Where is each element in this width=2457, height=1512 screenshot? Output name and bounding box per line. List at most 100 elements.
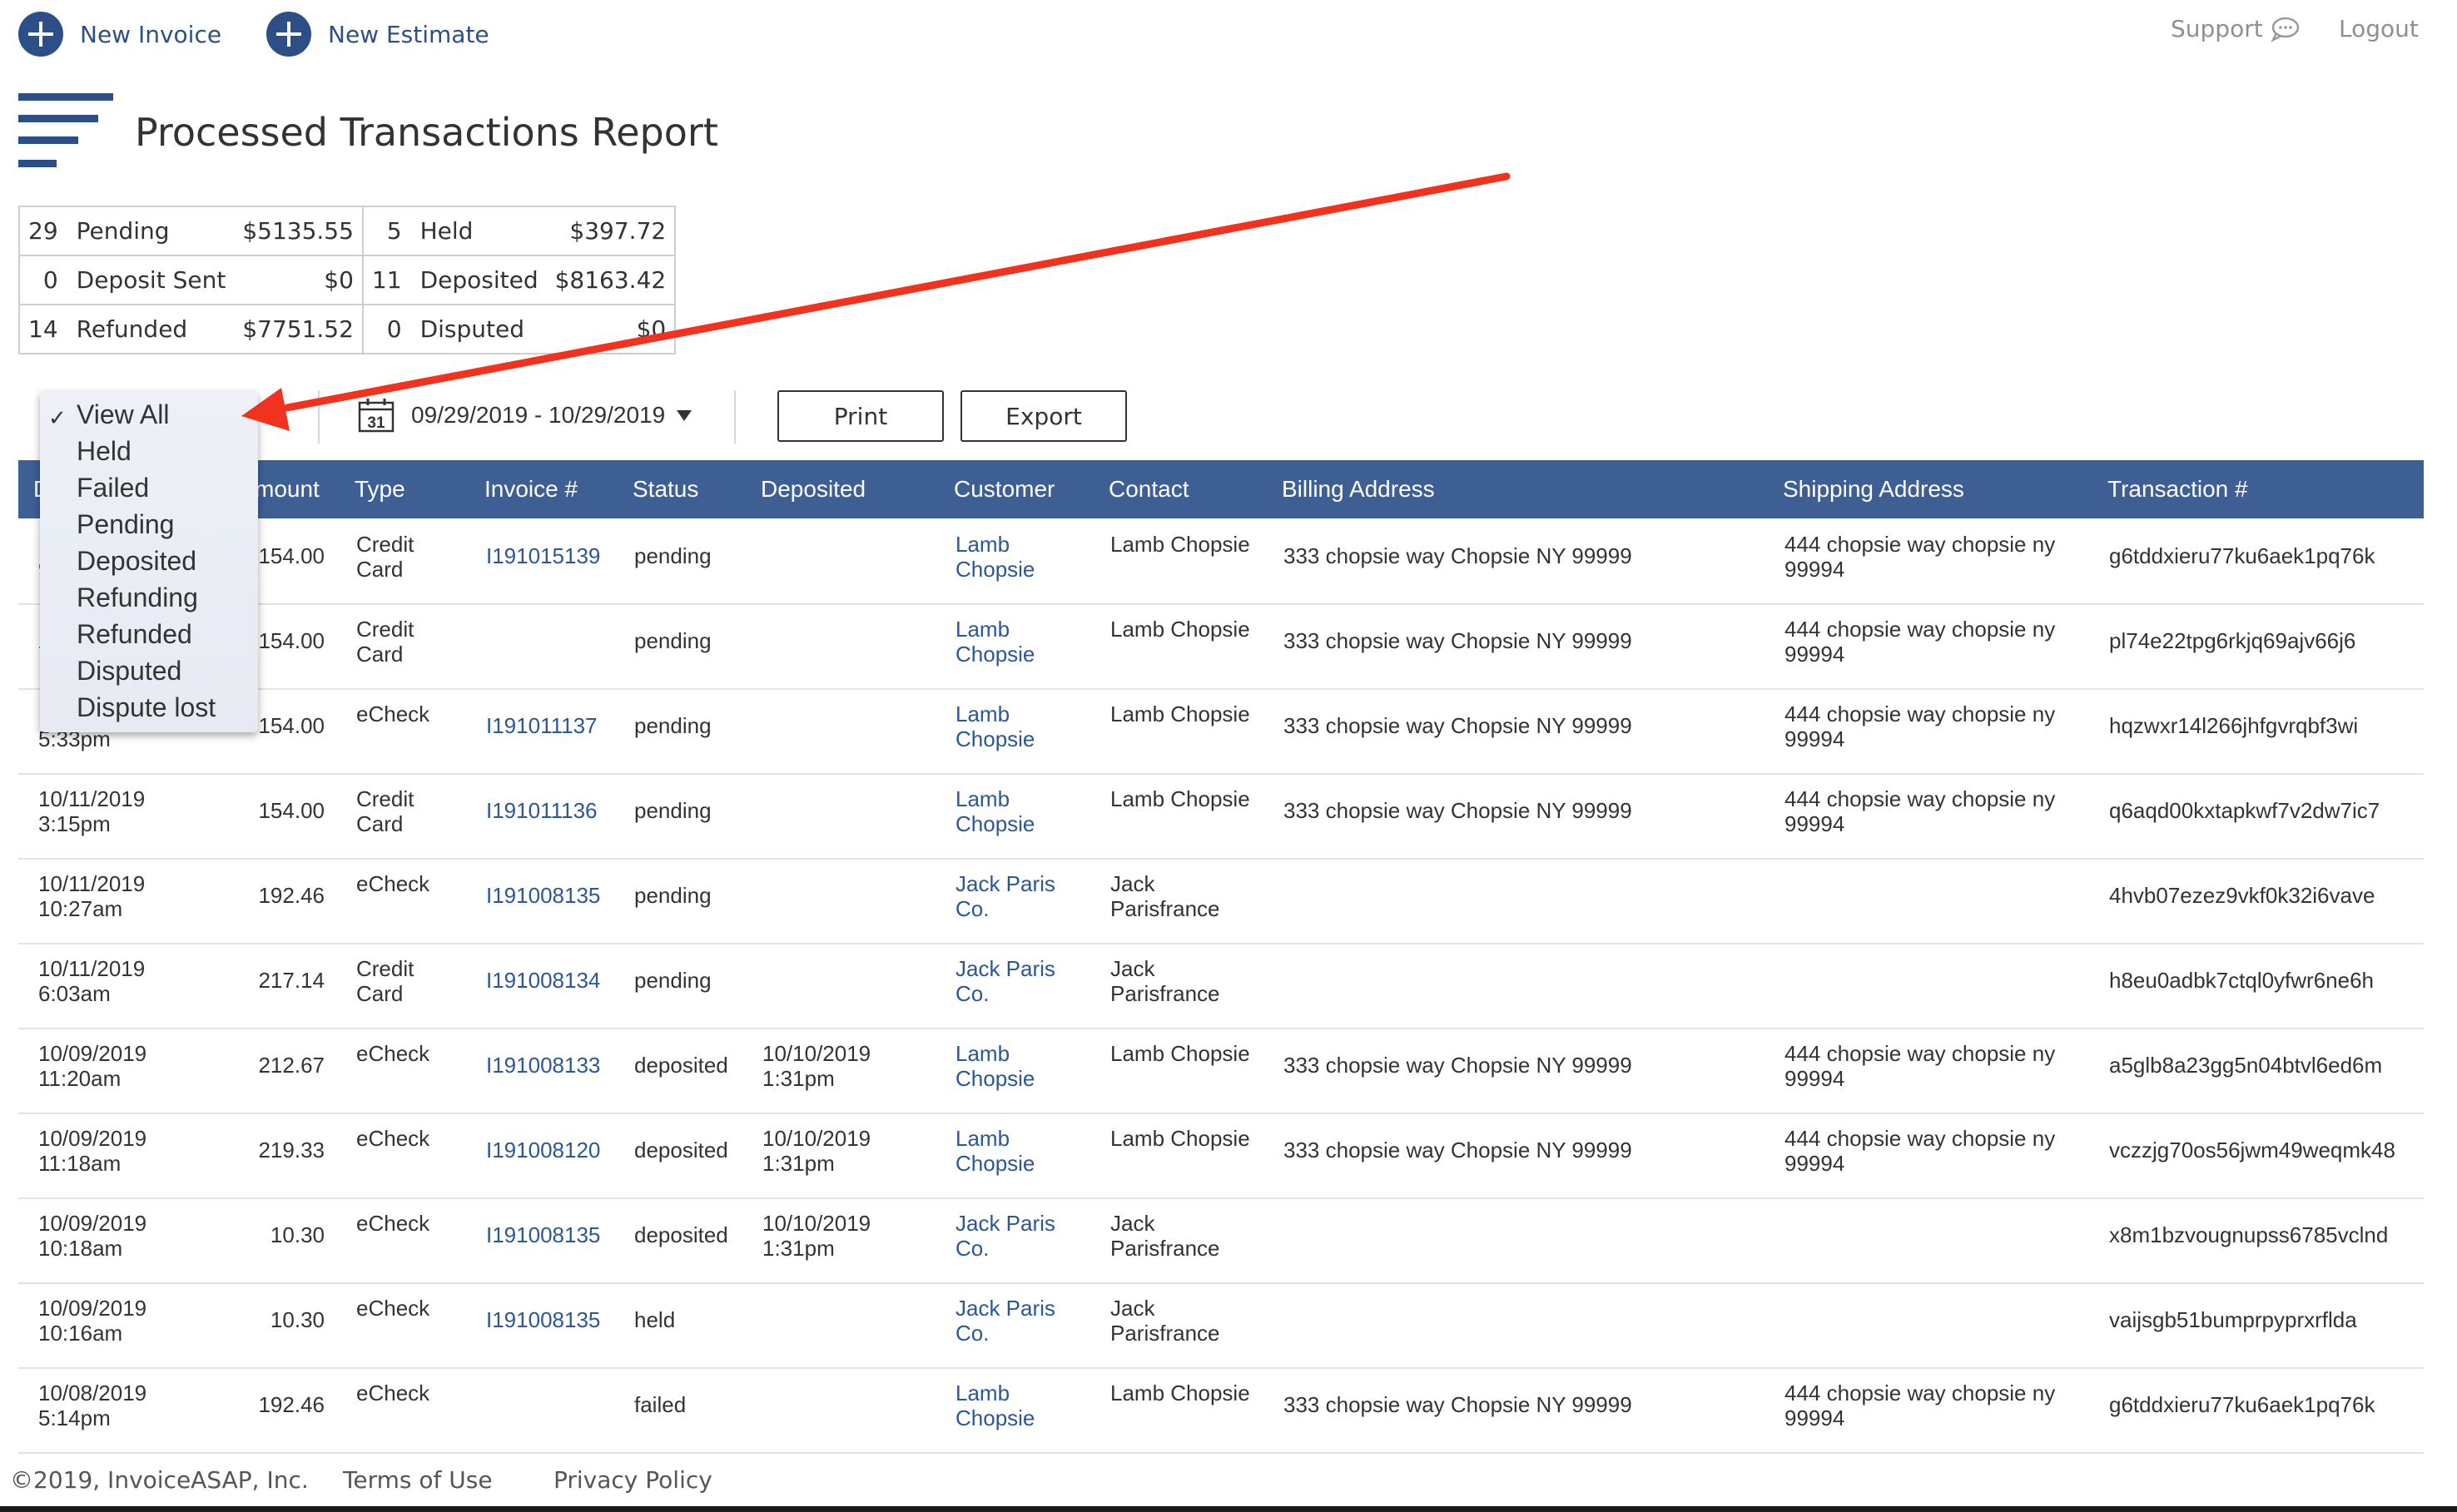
cell-customer[interactable]: Jack Paris Co. — [956, 871, 1072, 921]
terms-link[interactable]: Terms of Use — [343, 1466, 493, 1494]
privacy-link[interactable]: Privacy Policy — [553, 1466, 712, 1494]
cell-type: eCheck — [356, 701, 430, 726]
chat-bubble-icon — [2270, 17, 2299, 42]
cell-invoice[interactable]: I191008133 — [486, 1053, 619, 1078]
column-header-deposited[interactable]: Deposited — [761, 476, 866, 503]
dropdown-option-deposited[interactable]: Deposited — [77, 543, 196, 579]
summary-table: 29 Pending $5135.55 5 Held $397.72 0 Dep… — [18, 206, 677, 354]
cell-invoice[interactable]: I191015139 — [486, 543, 619, 568]
cell-customer[interactable]: Lamb Chopsie — [956, 532, 1072, 582]
export-button[interactable]: Export — [960, 390, 1127, 442]
cell-transaction: vczzjg70os56jwm49weqmk48 — [2109, 1138, 2395, 1163]
column-header-status[interactable]: Status — [633, 476, 698, 503]
cell-transaction: g6tddxieru77ku6aek1pq76k — [2109, 1392, 2375, 1417]
cell-billing-address: 333 chopsie way Chopsie NY 99999 — [1283, 1053, 1632, 1078]
dropdown-option-refunding[interactable]: Refunding — [77, 579, 198, 616]
cell-amount: 192.46 — [258, 1392, 325, 1417]
summary-amount: $5135.55 — [234, 206, 364, 256]
cell-transaction: hqzwxr14l266jhfgvrqbf3wi — [2109, 713, 2359, 738]
cell-contact: Lamb Chopsie — [1110, 532, 1250, 557]
cell-invoice[interactable]: I191008120 — [486, 1138, 619, 1163]
cell-time: 3:15pm — [38, 811, 111, 836]
cell-customer[interactable]: Lamb Chopsie — [956, 786, 1072, 836]
cell-transaction: q6aqd00kxtapkwf7v2dw7ic7 — [2109, 798, 2380, 823]
summary-count: 0 — [361, 304, 412, 354]
cell-invoice[interactable]: I191008135 — [486, 883, 619, 908]
cell-invoice[interactable]: I191008135 — [486, 1307, 619, 1332]
cell-customer[interactable]: Lamb Chopsie — [956, 1381, 1072, 1430]
cell-amount: 212.67 — [258, 1053, 325, 1078]
new-estimate-button[interactable]: New Estimate — [266, 12, 489, 57]
cell-customer[interactable]: Jack Paris Co. — [956, 956, 1072, 1006]
cell-customer[interactable]: Lamb Chopsie — [956, 701, 1072, 751]
cell-type: Credit Card — [356, 617, 414, 667]
cell-status: deposited — [634, 1138, 728, 1163]
dropdown-option-pending[interactable]: Pending — [77, 506, 174, 543]
cell-contact: Lamb Chopsie — [1110, 701, 1250, 726]
print-button[interactable]: Print — [777, 390, 944, 442]
status-filter-dropdown[interactable]: ✓ View All Held Failed Pending Deposited… — [40, 391, 258, 732]
cell-customer[interactable]: Lamb Chopsie — [956, 1041, 1072, 1091]
cell-invoice[interactable]: I191008135 — [486, 1222, 619, 1247]
summary-label: Held — [411, 206, 547, 256]
cell-amount: 217.14 — [258, 968, 325, 993]
date-range-picker[interactable]: 31 09/29/2019 - 10/29/2019 — [358, 398, 692, 433]
summary-count: 11 — [361, 255, 412, 305]
column-header-customer[interactable]: Customer — [954, 476, 1055, 503]
cell-invoice[interactable]: I191008134 — [486, 968, 619, 993]
cell-time: 6:03am — [38, 981, 111, 1006]
cell-date: 10/09/2019 — [38, 1296, 147, 1321]
page-title: Processed Transactions Report — [135, 110, 718, 155]
new-invoice-button[interactable]: New Invoice — [18, 12, 221, 57]
cell-status: deposited — [634, 1222, 728, 1247]
plus-circle-icon — [18, 12, 63, 57]
cell-transaction: pl74e22tpg6rkjq69ajv66j6 — [2109, 628, 2356, 653]
support-link[interactable]: Support — [2171, 15, 2300, 42]
bottom-bar — [0, 1506, 2457, 1512]
column-header-transaction[interactable]: Transaction # — [2107, 476, 2248, 503]
summary-amount: $397.72 — [546, 206, 677, 256]
summary-label: Deposited — [411, 255, 547, 305]
cell-customer[interactable]: Lamb Chopsie — [956, 1126, 1072, 1176]
column-header-amount[interactable]: mount — [255, 476, 320, 503]
column-header-contact[interactable]: Contact — [1109, 476, 1189, 503]
cell-invoice[interactable]: I191011137 — [486, 713, 619, 738]
cell-transaction: 4hvb07ezez9vkf0k32i6vave — [2109, 883, 2375, 908]
column-header-type[interactable]: Type — [355, 476, 405, 503]
column-header-shipping-address[interactable]: Shipping Address — [1783, 476, 1964, 503]
dropdown-option-view-all[interactable]: View All — [77, 396, 169, 433]
cell-transaction: vaijsgb51bumprpyprxrflda — [2109, 1307, 2357, 1332]
logout-link[interactable]: Logout — [2339, 15, 2419, 42]
cell-customer[interactable]: Jack Paris Co. — [956, 1296, 1072, 1346]
cell-customer[interactable]: Lamb Chopsie — [956, 617, 1072, 667]
cell-billing-address: 333 chopsie way Chopsie NY 99999 — [1283, 628, 1632, 653]
dropdown-option-disputed[interactable]: Disputed — [77, 652, 181, 689]
column-header-billing-address[interactable]: Billing Address — [1282, 476, 1435, 503]
summary-amount: $0 — [546, 304, 677, 354]
cell-shipping-address: 444 chopsie way chopsie ny 99994 — [1784, 532, 2056, 582]
date-range-value: 09/29/2019 - 10/29/2019 — [411, 402, 666, 428]
menu-lines-icon[interactable] — [18, 93, 117, 173]
cell-contact: Jack Parisfrance — [1110, 1211, 1220, 1261]
summary-amount: $0 — [234, 255, 364, 305]
summary-row: 29 Pending $5135.55 5 Held $397.72 — [18, 206, 677, 256]
summary-label: Pending — [67, 206, 235, 256]
cell-type: Credit Card — [356, 956, 414, 1006]
cell-type: eCheck — [356, 1296, 430, 1321]
cell-status: deposited — [634, 1053, 728, 1078]
cell-amount: 219.33 — [258, 1138, 325, 1163]
dropdown-option-held[interactable]: Held — [77, 433, 132, 469]
cell-billing-address: 333 chopsie way Chopsie NY 99999 — [1283, 798, 1632, 823]
column-header-invoice[interactable]: Invoice # — [484, 476, 578, 503]
cell-customer[interactable]: Jack Paris Co. — [956, 1211, 1072, 1261]
cell-time: 10:18am — [38, 1236, 123, 1261]
support-label: Support — [2171, 15, 2263, 42]
dropdown-option-refunded[interactable]: Refunded — [77, 616, 192, 652]
dropdown-option-dispute-lost[interactable]: Dispute lost — [77, 689, 216, 726]
caret-down-icon — [677, 409, 692, 421]
dropdown-option-failed[interactable]: Failed — [77, 469, 149, 506]
cell-type: Credit Card — [356, 786, 414, 836]
cell-invoice[interactable]: I191011136 — [486, 798, 619, 823]
summary-label: Disputed — [411, 304, 547, 354]
cell-amount: 192.46 — [258, 883, 325, 908]
